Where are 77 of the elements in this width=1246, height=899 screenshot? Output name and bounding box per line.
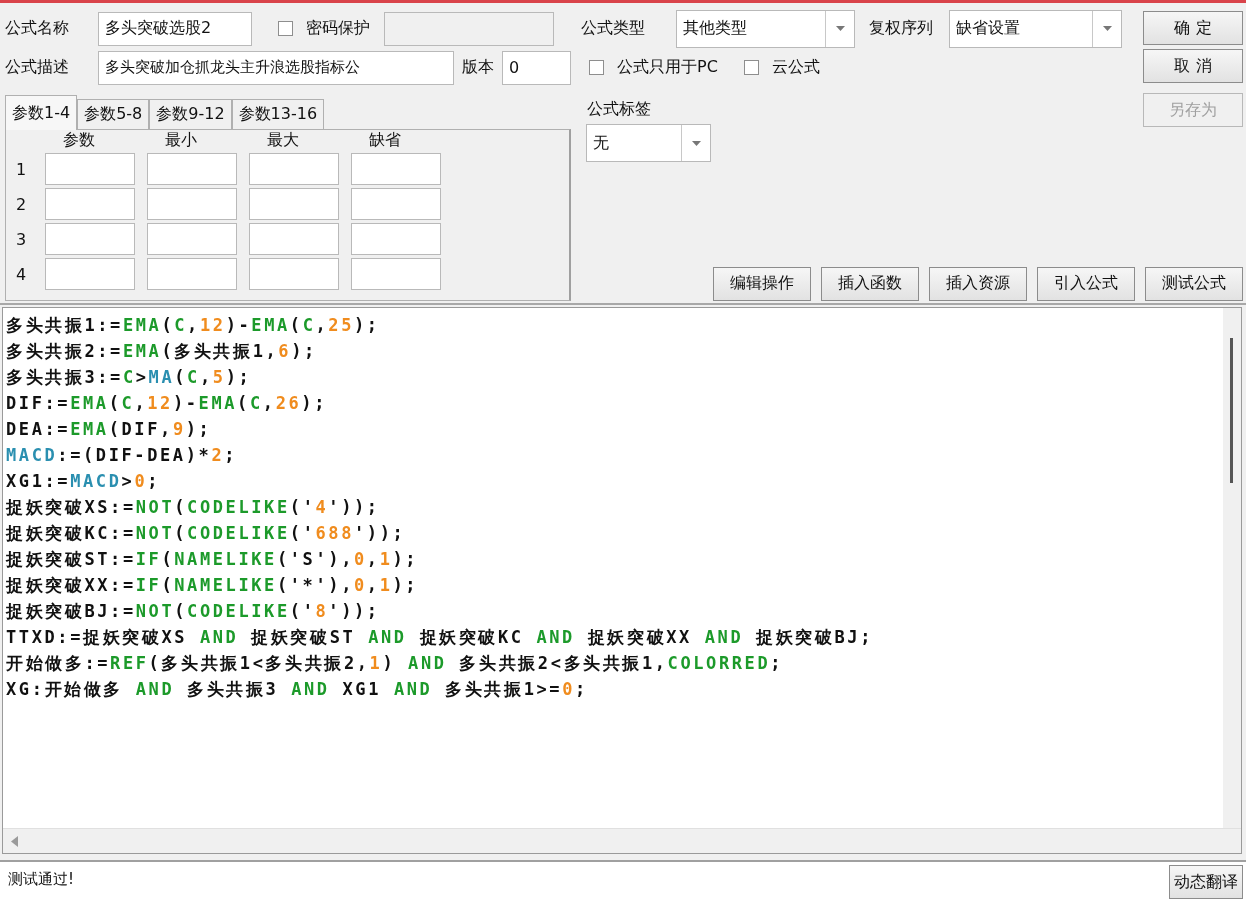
- dropdown-caret-icon: [691, 140, 701, 146]
- row-number: 1: [14, 158, 28, 181]
- checkbox[interactable]: [589, 60, 604, 75]
- toolbar-button[interactable]: 插入函数: [821, 266, 919, 301]
- parameter-field[interactable]: [351, 223, 441, 255]
- parameter-field[interactable]: [351, 258, 441, 290]
- field-label: 复权序列: [869, 18, 933, 39]
- checkbox[interactable]: [278, 21, 293, 36]
- series-dropdown[interactable]: 缺省设置: [949, 9, 1122, 48]
- row-number: 2: [14, 193, 28, 216]
- parameter-field[interactable]: [147, 153, 237, 185]
- parameter-field[interactable]: [147, 188, 237, 220]
- code-line: 捉妖突破BJ:=NOT(CODELIKE('8'));: [6, 599, 380, 623]
- code-line: 捉妖突破XS:=NOT(CODELIKE('4'));: [6, 495, 380, 519]
- toolbar-button[interactable]: 编辑操作: [713, 266, 811, 301]
- status-message: 测试通过!: [8, 870, 75, 889]
- field-label: 公式描述: [5, 57, 70, 78]
- column-header: 最小: [164, 130, 198, 150]
- dialog-button[interactable]: 确 定: [1143, 11, 1243, 45]
- description-field[interactable]: 多头突破加仓抓龙头主升浪选股指标公: [98, 50, 454, 85]
- toolbar-button[interactable]: 引入公式: [1037, 266, 1135, 301]
- version-field[interactable]: 0: [502, 50, 571, 85]
- field-label: 公式标签: [587, 99, 652, 120]
- column-header: 缺省: [368, 130, 402, 150]
- field-label: 密码保护: [306, 18, 370, 39]
- row-number: 3: [14, 228, 28, 251]
- dropdown-caret-icon: [835, 26, 845, 31]
- vertical-scrollbar[interactable]: [1223, 307, 1241, 828]
- parameter-field[interactable]: [45, 258, 135, 290]
- tab[interactable]: 参数13-16: [231, 99, 325, 129]
- scroll-left-icon[interactable]: [11, 835, 18, 847]
- parameter-field[interactable]: [351, 188, 441, 220]
- field-label: 版本: [462, 57, 494, 78]
- toolbar-button[interactable]: 插入资源: [929, 266, 1027, 301]
- scrollbar-thumb[interactable]: [1230, 337, 1233, 483]
- dialog-button[interactable]: 取 消: [1143, 49, 1243, 83]
- row-number: 4: [14, 263, 28, 286]
- parameter-field[interactable]: [249, 153, 339, 185]
- parameter-field[interactable]: [351, 153, 441, 185]
- tag-dropdown[interactable]: 无: [586, 124, 711, 162]
- code-line: DIF:=EMA(C,12)-EMA(C,26);: [6, 391, 327, 415]
- code-line: TTXD:=捉妖突破XS AND 捉妖突破ST AND 捉妖突破KC AND 捉妖突破XX AND 捉妖突破BJ;: [6, 625, 873, 649]
- column-header: 参数: [62, 130, 96, 150]
- code-line: 开始做多:=REF(多头共振1<多头共振2,1) AND 多头共振2<多头共振1,COLORRED;: [6, 651, 784, 675]
- parameter-field[interactable]: [147, 223, 237, 255]
- code-line: 捉妖突破KC:=NOT(CODELIKE('688'));: [6, 521, 406, 545]
- code-line: 捉妖突破XX:=IF(NAMELIKE('*'),0,1);: [6, 573, 419, 597]
- code-line: DEA:=EMA(DIF,9);: [6, 417, 212, 441]
- field-label: 云公式: [771, 57, 820, 78]
- code-line: MACD:=(DIF-DEA)*2;: [6, 443, 238, 467]
- parameter-field[interactable]: [45, 153, 135, 185]
- column-header: 最大: [266, 130, 300, 150]
- tab[interactable]: 参数5-8: [77, 99, 150, 129]
- field-label: 公式类型: [581, 18, 646, 39]
- dropdown-caret-icon: [1102, 26, 1112, 31]
- parameter-field[interactable]: [249, 188, 339, 220]
- horizontal-scrollbar[interactable]: [3, 828, 1241, 853]
- parameter-field[interactable]: [45, 188, 135, 220]
- parameter-field[interactable]: [249, 223, 339, 255]
- parameter-field[interactable]: [147, 258, 237, 290]
- code-line: XG1:=MACD>0;: [6, 469, 161, 493]
- tab[interactable]: 参数9-12: [149, 99, 232, 129]
- checkbox[interactable]: [743, 60, 759, 75]
- field-label: 公式只用于PC: [617, 57, 718, 78]
- code-line: 捉妖突破ST:=IF(NAMELIKE('S'),0,1);: [6, 547, 419, 571]
- name-field[interactable]: 多头突破选股2: [98, 11, 252, 46]
- tab[interactable]: 参数1-4: [5, 95, 78, 130]
- type-dropdown[interactable]: 其他类型: [676, 9, 855, 48]
- field-label: 公式名称: [5, 18, 70, 39]
- parameter-field[interactable]: [45, 223, 135, 255]
- code-line: XG:开始做多 AND 多头共振3 AND XG1 AND 多头共振1>=0;: [6, 677, 588, 701]
- translate-button[interactable]: 动态翻译: [1169, 865, 1243, 899]
- code-line: 多头共振2:=EMA(多头共振1,6);: [6, 339, 317, 363]
- parameter-field[interactable]: [249, 258, 339, 290]
- code-line: 多头共振1:=EMA(C,12)-EMA(C,25);: [6, 313, 380, 337]
- code-line: 多头共振3:=C>MA(C,5);: [6, 365, 252, 389]
- toolbar-button[interactable]: 测试公式: [1145, 266, 1243, 301]
